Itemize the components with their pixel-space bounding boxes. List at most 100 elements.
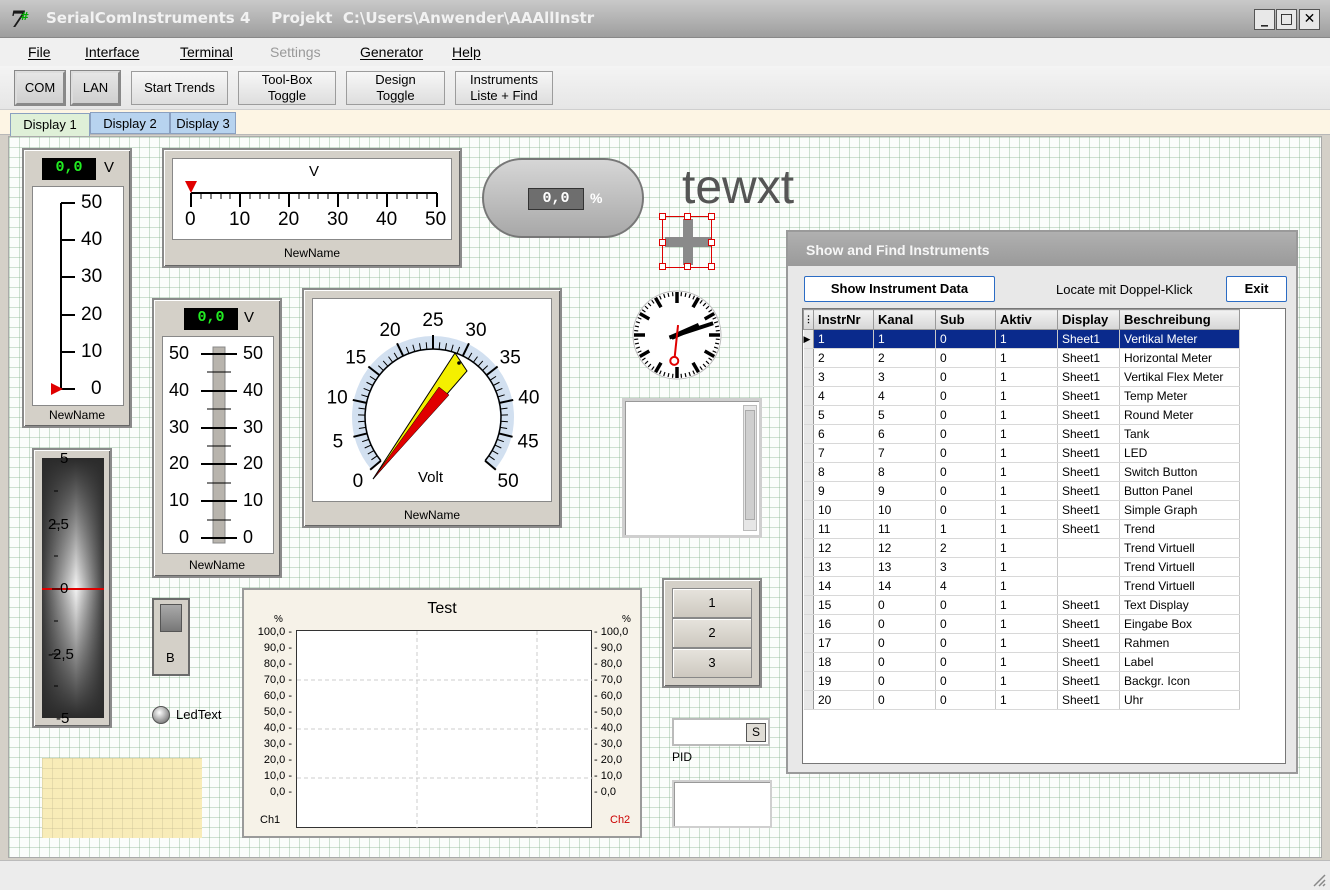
column-header-kanal[interactable]: Kanal (873, 309, 936, 330)
table-row[interactable]: 16 0 0 1 Sheet1 Eingabe Box (803, 614, 1240, 634)
design-toggle-button[interactable]: Design Toggle (346, 71, 445, 105)
vertical-flex-meter[interactable]: 0,0 V 50 40 30 20 10 0 50 40 30 20 10 0 … (152, 298, 282, 578)
exit-button[interactable]: Exit (1226, 276, 1287, 302)
panel-button-2[interactable]: 2 (672, 618, 752, 648)
table-row[interactable]: 4 4 0 1 Sheet1 Temp Meter (803, 386, 1240, 406)
instrument-grid[interactable]: ⋮ InstrNr Kanal Sub Aktiv Display Beschreibung… (802, 308, 1286, 764)
tab-display-1[interactable]: Display 1 (10, 113, 90, 136)
row-indicator[interactable] (803, 652, 814, 672)
tab-display-3[interactable]: Display 3 (170, 112, 236, 134)
menu-file[interactable]: File (28, 44, 51, 60)
resize-handle[interactable] (708, 239, 715, 246)
row-indicator[interactable] (803, 500, 814, 520)
column-header-aktiv[interactable]: Aktiv (995, 309, 1058, 330)
table-row[interactable]: 9 9 0 1 Sheet1 Button Panel (803, 481, 1240, 501)
clock[interactable] (630, 288, 724, 382)
text-display[interactable]: tewxt (682, 160, 794, 215)
table-row[interactable]: 11 11 1 1 Sheet1 Trend (803, 519, 1240, 539)
row-indicator[interactable] (803, 424, 814, 444)
menu-help[interactable]: Help (452, 44, 481, 60)
temp-meter[interactable]: 5 2,5 0 -2,5 -5 (32, 448, 112, 728)
resize-handle[interactable] (684, 213, 691, 220)
vertical-meter[interactable]: 0,0 V 50 40 30 20 10 0 NewName (22, 148, 132, 428)
row-indicator[interactable] (803, 671, 814, 691)
column-header-display[interactable]: Display (1057, 309, 1120, 330)
com-button[interactable]: COM (14, 70, 66, 106)
simple-graph[interactable]: Test % % 100,0 - 90,0 - 80,0 - 70,0 - 60,0 -… (242, 588, 642, 838)
round-meter[interactable]: 0 5 10 15 20 25 30 35 40 45 50 Volt NewName (302, 288, 562, 528)
resize-handle[interactable] (659, 213, 666, 220)
resize-handle[interactable] (708, 213, 715, 220)
app-icon[interactable]: 7 # (10, 8, 34, 32)
instrument-table[interactable]: ⋮ InstrNr Kanal Sub Aktiv Display Beschreibung… (803, 309, 1240, 710)
close-button[interactable]: ✕ (1299, 9, 1320, 30)
row-indicator[interactable]: ▶ (803, 329, 814, 349)
row-indicator[interactable] (803, 595, 814, 615)
row-indicator[interactable] (803, 614, 814, 634)
resize-handle[interactable] (708, 263, 715, 270)
row-indicator[interactable] (803, 576, 814, 596)
toolbox-toggle-button[interactable]: Tool-Box Toggle (238, 71, 336, 105)
row-indicator[interactable] (803, 633, 814, 653)
rahmen-frame[interactable] (622, 398, 762, 538)
lan-button[interactable]: LAN (70, 70, 121, 106)
instruments-list-button[interactable]: Instruments Liste + Find (455, 71, 553, 105)
column-header-instrnr[interactable]: InstrNr (813, 309, 874, 330)
table-row[interactable]: 13 13 3 1 Trend Virtuell (803, 557, 1240, 577)
resize-handle[interactable] (659, 239, 666, 246)
table-row[interactable]: 5 5 0 1 Sheet1 Round Meter (803, 405, 1240, 425)
background-icon[interactable] (659, 213, 715, 270)
resize-handle[interactable] (684, 263, 691, 270)
row-indicator[interactable] (803, 348, 814, 368)
eingabe-box[interactable]: S (672, 718, 770, 746)
maximize-button[interactable]: □ (1276, 9, 1297, 30)
table-row[interactable]: 17 0 0 1 Sheet1 Rahmen (803, 633, 1240, 653)
table-row[interactable]: 12 12 2 1 Trend Virtuell (803, 538, 1240, 558)
table-row[interactable]: 6 6 0 1 Sheet1 Tank (803, 424, 1240, 444)
empty-frame[interactable] (672, 780, 772, 828)
table-row[interactable]: 20 0 0 1 Sheet1 Uhr (803, 690, 1240, 710)
table-row[interactable]: 8 8 0 1 Sheet1 Switch Button (803, 462, 1240, 482)
row-indicator[interactable] (803, 443, 814, 463)
table-row[interactable]: 10 10 0 1 Sheet1 Simple Graph (803, 500, 1240, 520)
column-header-beschreibung[interactable]: Beschreibung (1119, 309, 1240, 330)
row-indicator[interactable] (803, 367, 814, 387)
column-header-sub[interactable]: Sub (935, 309, 996, 330)
panel-button-1[interactable]: 1 (672, 588, 752, 618)
table-row[interactable]: 14 14 4 1 Trend Virtuell (803, 576, 1240, 596)
row-indicator[interactable] (803, 690, 814, 710)
table-row[interactable]: 18 0 0 1 Sheet1 Label (803, 652, 1240, 672)
row-indicator[interactable] (803, 386, 814, 406)
table-row[interactable]: 3 3 0 1 Sheet1 Vertikal Flex Meter (803, 367, 1240, 387)
row-indicator[interactable] (803, 557, 814, 577)
menu-interface[interactable]: Interface (85, 44, 139, 60)
table-row[interactable]: 15 0 0 1 Sheet1 Text Display (803, 595, 1240, 615)
tab-display-2[interactable]: Display 2 (90, 112, 170, 134)
row-indicator[interactable] (803, 462, 814, 482)
row-indicator[interactable] (803, 481, 814, 501)
label-box[interactable] (42, 758, 202, 838)
show-instrument-data-button[interactable]: Show Instrument Data (804, 276, 995, 302)
frame-scrollbar[interactable] (743, 405, 757, 531)
eingabe-send-button[interactable]: S (746, 723, 766, 742)
table-row[interactable]: ▶ 1 1 0 1 Sheet1 Vertikal Meter (803, 329, 1240, 349)
table-row[interactable]: 19 0 0 1 Sheet1 Backgr. Icon (803, 671, 1240, 691)
graph-ytick-right: - 40,0 (594, 722, 623, 734)
row-indicator[interactable] (803, 405, 814, 425)
grid-corner[interactable]: ⋮ (803, 309, 814, 330)
resize-handle[interactable] (659, 263, 666, 270)
tank[interactable]: 0,0 % (482, 158, 644, 238)
row-indicator[interactable] (803, 538, 814, 558)
row-indicator[interactable] (803, 519, 814, 539)
panel-button-3[interactable]: 3 (672, 648, 752, 678)
menu-terminal[interactable]: Terminal (180, 44, 233, 60)
start-trends-button[interactable]: Start Trends (131, 71, 228, 105)
menu-generator[interactable]: Generator (360, 44, 423, 60)
minimize-button[interactable]: _ (1254, 9, 1275, 30)
horizontal-meter[interactable]: V 0 10 20 30 40 50 NewName (162, 148, 462, 268)
switch-button[interactable]: B (152, 598, 190, 676)
table-row[interactable]: 2 2 0 1 Sheet1 Horizontal Meter (803, 348, 1240, 368)
scroll-thumb[interactable] (745, 410, 755, 520)
table-row[interactable]: 7 7 0 1 Sheet1 LED (803, 443, 1240, 463)
resize-grip-icon[interactable] (1310, 871, 1326, 887)
